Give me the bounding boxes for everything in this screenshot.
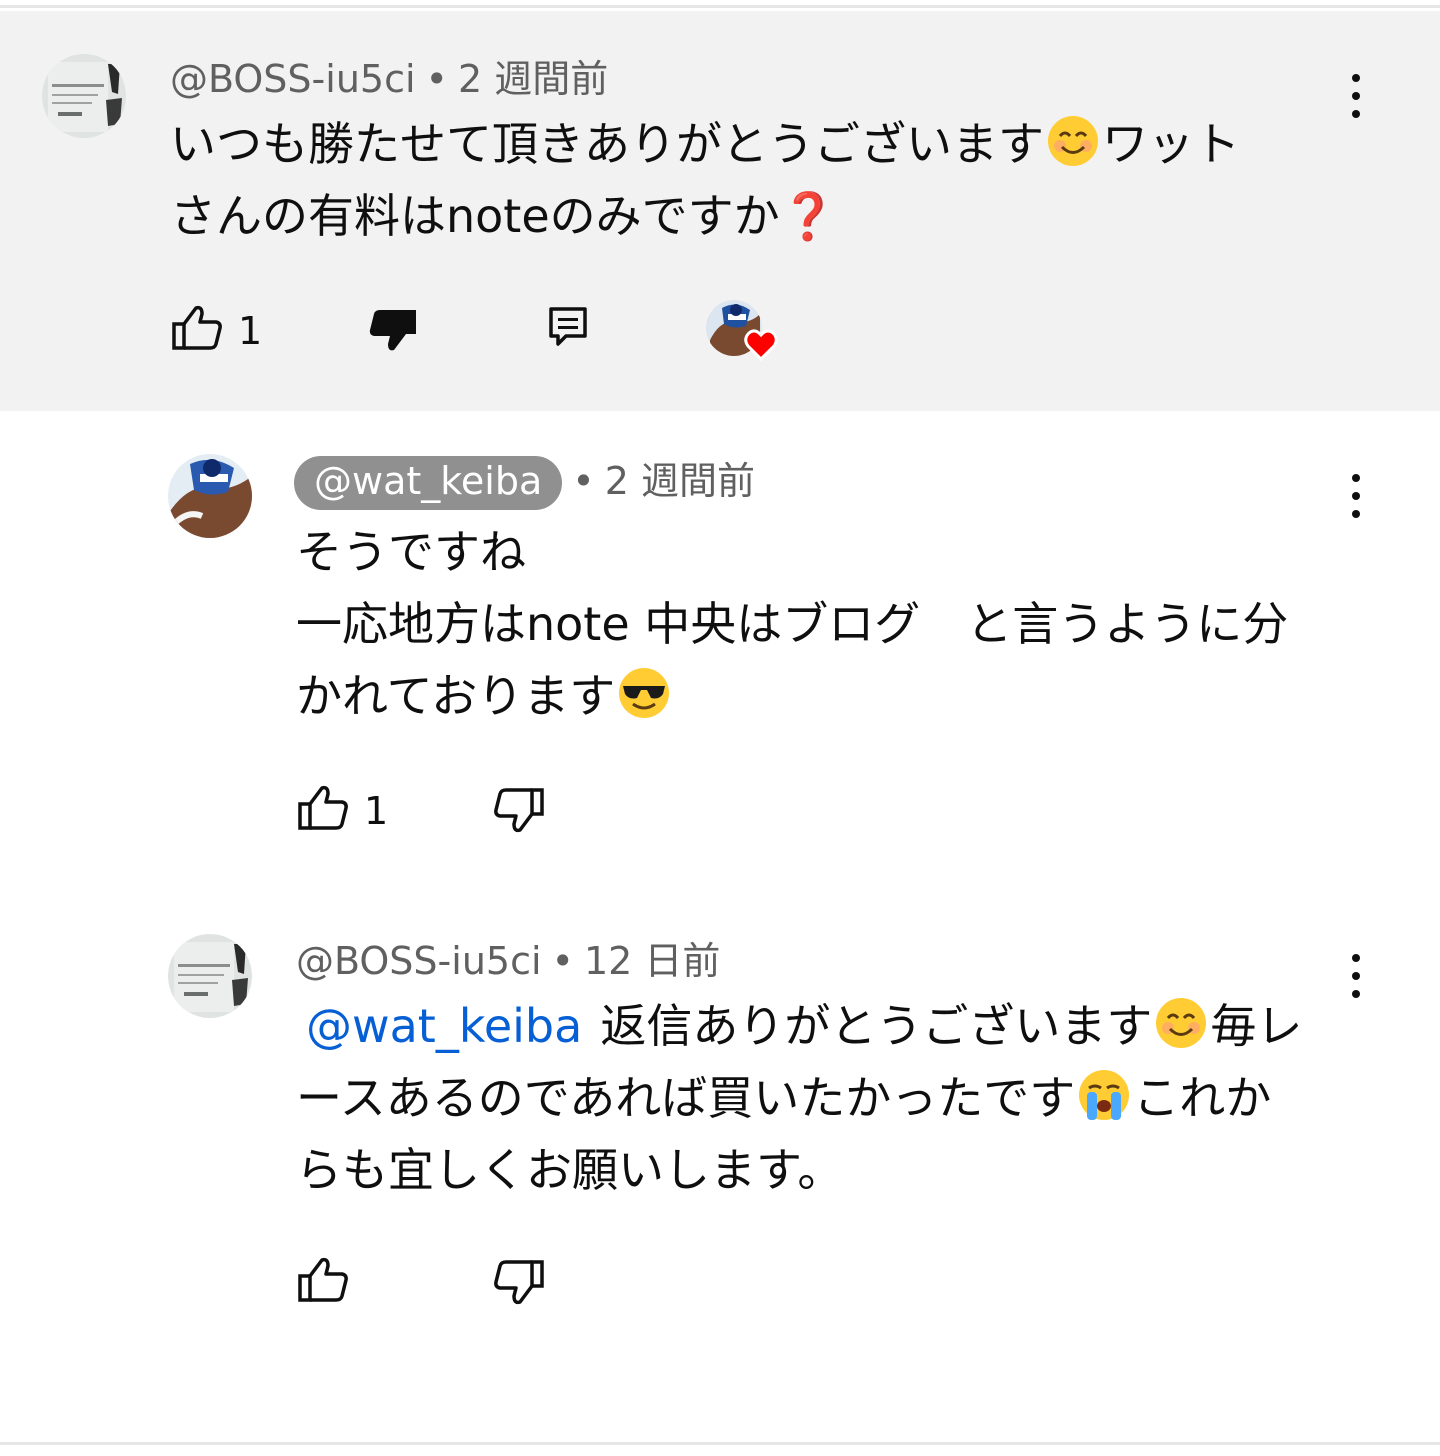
more-vertical-icon[interactable] (1346, 952, 1366, 1000)
comment-text-segment: かれております (296, 669, 616, 723)
smiling-face-emoji-icon (1156, 998, 1207, 1048)
whisky-label-avatar-image (42, 54, 126, 138)
thumb-down-icon[interactable] (492, 786, 546, 834)
comment-time[interactable]: 2 週間前 (605, 459, 755, 503)
comment-author[interactable]: @BOSS-iu5ci (170, 57, 416, 101)
meta-separator: • (551, 939, 574, 983)
jockey-avatar-image (168, 454, 252, 538)
crying-face-emoji-icon (1079, 1070, 1130, 1120)
mention-link[interactable]: @wat_keiba (296, 999, 600, 1053)
bottom-divider (0, 1442, 1440, 1445)
like-count: 1 (364, 789, 389, 833)
avatar-wat-keiba[interactable] (168, 454, 252, 538)
thumb-down-icon[interactable] (366, 306, 420, 354)
creator-heart-icon (744, 329, 778, 362)
comment-text-segment: らも宜しくお願いします。 (296, 1143, 844, 1197)
comment-text: いつも勝たせて頂きありがとうございます ワット さんの有料はnoteのみですか❓ (170, 108, 1240, 252)
comment-text: そうですね 一応地方はnote 中央はブログ と言うように分 かれております (296, 516, 1288, 732)
sunglasses-emoji-icon (619, 668, 670, 718)
more-vertical-icon[interactable] (1346, 72, 1366, 120)
comment-text-segment: いつも勝たせて頂きありがとうございます (170, 117, 1044, 171)
reply-icon[interactable] (548, 306, 588, 350)
creator-handle-chip[interactable]: @wat_keiba (294, 456, 563, 510)
comment-text-segment: ースあるのであれば買いたかったです (296, 1071, 1076, 1125)
comment-text: @wat_keiba 返信ありがとうございます 毎レ ースあるのであれば買いたかった… (296, 990, 1302, 1206)
top-divider (0, 0, 1440, 8)
comment-meta: @BOSS-iu5ci • 2 週間前 (170, 60, 608, 98)
comment-meta: @BOSS-iu5ci • 12 日前 (296, 942, 720, 980)
comment-author[interactable]: @BOSS-iu5ci (296, 939, 542, 983)
comment-meta: @wat_keiba • 2 週間前 (294, 456, 755, 510)
comment-text-segment: さんの有料はnoteのみですか (170, 189, 780, 243)
comment-text-segment: 一応地方はnote 中央はブログ と言うように分 (296, 597, 1289, 651)
more-vertical-icon[interactable] (1346, 472, 1366, 520)
comment-time[interactable]: 2 週間前 (458, 57, 608, 101)
comment-text-segment: そうですね (296, 525, 526, 579)
avatar-boss[interactable] (168, 934, 252, 1018)
whisky-label-avatar-image (168, 934, 252, 1018)
question-mark-emoji: ❓ (779, 189, 837, 243)
thumb-up-icon[interactable] (296, 1256, 350, 1304)
comment-time[interactable]: 12 日前 (584, 939, 720, 983)
thumb-down-icon[interactable] (492, 1258, 546, 1306)
meta-separator: • (572, 459, 595, 503)
like-count: 1 (238, 309, 263, 353)
comment-text-segment: 毎レ (1210, 999, 1303, 1053)
avatar-boss[interactable] (42, 54, 126, 138)
comment-text-segment: これか (1133, 1071, 1272, 1125)
thumb-up-icon[interactable] (296, 784, 350, 832)
thumb-up-icon[interactable] (170, 304, 224, 352)
comment-text-segment: ワット (1102, 117, 1240, 171)
smiling-face-emoji-icon (1048, 116, 1098, 166)
meta-separator: • (425, 57, 448, 101)
comment-text-segment: 返信ありがとうございます (600, 999, 1153, 1053)
